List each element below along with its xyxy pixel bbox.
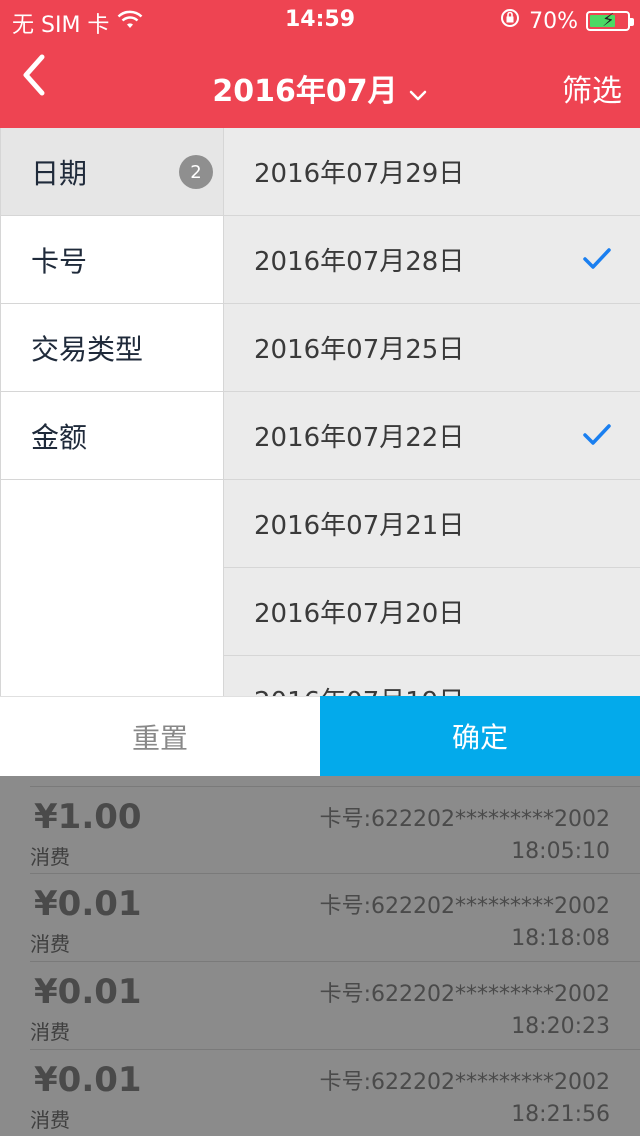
date-option[interactable]: 2016年07月25日 [224, 304, 640, 392]
date-option-label: 2016年07月25日 [254, 335, 465, 365]
date-option[interactable]: 2016年07月29日 [224, 128, 640, 216]
transaction-row[interactable]: ¥1.00 消费 卡号:622202*********2002 18:05:10 [30, 786, 640, 874]
transaction-row[interactable]: ¥0.01 消费 卡号:622202*********2002 18:20:23 [30, 962, 640, 1050]
date-option-list[interactable]: 2016年07月29日 2016年07月28日 2016年07月25日 2016… [224, 128, 640, 696]
transaction-card: 卡号:622202*********2002 [319, 1070, 610, 1095]
category-transaction-type[interactable]: 交易类型 [1, 304, 223, 392]
category-label: 金额 [31, 420, 88, 454]
page-title: 2016年07月 [212, 74, 398, 109]
transaction-time: 18:18:08 [511, 926, 610, 951]
battery-icon: ⚡ [586, 10, 634, 31]
category-label: 卡号 [31, 244, 88, 278]
transaction-type: 消费 [30, 1108, 70, 1132]
filter-button[interactable]: 筛选 [562, 66, 622, 110]
transaction-row[interactable]: ¥0.01 消费 卡号:622202*********2002 18:18:08 [30, 874, 640, 962]
date-option[interactable]: 2016年07月21日 [224, 480, 640, 568]
transaction-type: 消费 [30, 845, 70, 869]
chevron-down-icon [408, 75, 428, 110]
transaction-time: 18:05:10 [511, 839, 610, 864]
transaction-row[interactable]: ¥0.01 消费 卡号:622202*********2002 18:21:56 [30, 1050, 640, 1136]
checkmark-icon [583, 248, 611, 269]
status-right: 70% ⚡ [499, 7, 634, 35]
category-amount[interactable]: 金额 [1, 392, 223, 480]
battery-percent: 70% [529, 8, 578, 34]
date-option-label: 2016年07月19日 [254, 681, 464, 696]
category-list: 日期 2 卡号 交易类型 金额 [0, 128, 224, 696]
orientation-lock-icon [499, 7, 521, 35]
action-buttons: 重置 确定 [0, 696, 640, 776]
date-option[interactable]: 2016年07月22日 [224, 392, 640, 480]
date-option[interactable]: 2016年07月28日 [224, 216, 640, 304]
reset-button[interactable]: 重置 [0, 696, 320, 776]
transaction-type: 消费 [30, 1020, 70, 1044]
date-option-label: 2016年07月21日 [254, 511, 465, 541]
category-card-number[interactable]: 卡号 [1, 216, 223, 304]
transaction-amount: ¥0.01 [34, 1060, 142, 1100]
transaction-amount: ¥1.00 [34, 797, 142, 837]
selection-count-badge: 2 [179, 155, 213, 189]
transaction-amount: ¥0.01 [34, 972, 142, 1012]
transaction-amount: ¥0.01 [34, 884, 142, 924]
date-option-label: 2016年07月29日 [254, 159, 465, 189]
filter-panel: 日期 2 卡号 交易类型 金额 2016年07月29日 2016年07月28日 … [0, 128, 640, 696]
confirm-button[interactable]: 确定 [320, 696, 640, 776]
header: 无 SIM 卡 14:59 70% ⚡ 2016年07月 筛选 [0, 0, 640, 128]
transaction-list-overlay[interactable]: ¥1.00 消费 卡号:622202*********2002 18:05:10… [0, 776, 640, 1136]
transaction-card: 卡号:622202*********2002 [319, 894, 610, 919]
category-label: 交易类型 [31, 332, 144, 366]
date-option-label: 2016年07月28日 [254, 247, 465, 277]
transaction-time: 18:20:23 [511, 1014, 610, 1039]
transaction-time: 18:21:56 [511, 1102, 610, 1127]
category-date[interactable]: 日期 2 [1, 128, 223, 216]
date-option[interactable]: 2016年07月20日 [224, 568, 640, 656]
transaction-card: 卡号:622202*********2002 [319, 807, 610, 832]
date-option[interactable]: 2016年07月19日 [224, 656, 640, 696]
status-bar: 无 SIM 卡 14:59 70% ⚡ [0, 0, 640, 40]
date-option-label: 2016年07月20日 [254, 599, 465, 629]
category-label: 日期 [31, 156, 88, 190]
nav-bar: 2016年07月 筛选 [0, 40, 640, 128]
date-option-label: 2016年07月22日 [254, 423, 465, 453]
transaction-type: 消费 [30, 932, 70, 956]
month-selector[interactable]: 2016年07月 [0, 66, 640, 110]
transaction-card: 卡号:622202*********2002 [319, 982, 610, 1007]
checkmark-icon [583, 424, 611, 445]
